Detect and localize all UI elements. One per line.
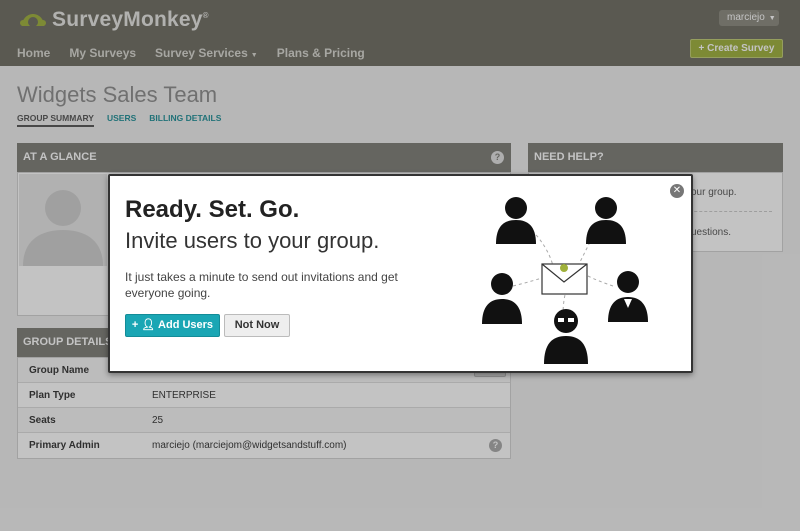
add-user-icon: + 👤︎ (131, 319, 156, 331)
close-icon[interactable]: ✕ (670, 184, 684, 198)
modal-subtitle: Invite users to your group. (125, 228, 380, 253)
invite-people-illustration (482, 197, 648, 364)
invite-users-modal: Ready. Set. Go. Invite users to your gro… (108, 174, 693, 373)
not-now-button[interactable]: Not Now (224, 314, 290, 337)
modal-title: Ready. Set. Go. (125, 196, 300, 223)
add-users-button[interactable]: + 👤︎ Add Users (125, 314, 220, 337)
modal-description: It just takes a minute to send out invit… (125, 270, 398, 300)
add-users-label: Add Users (158, 319, 214, 331)
envelope-icon (541, 263, 588, 295)
